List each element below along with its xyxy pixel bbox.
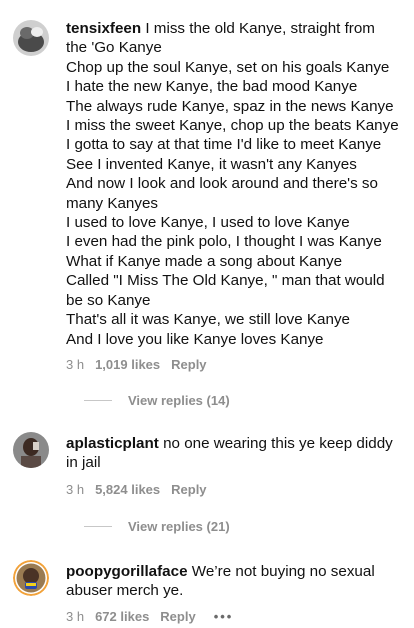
comment-text: I miss the old Kanye, straight from [145,20,375,37]
comment-text: no one wearing this ye keep diddy [163,435,393,452]
comment-text: in jail [66,454,101,472]
comment-timestamp: 3 h [66,609,85,624]
divider [84,526,112,527]
comment-timestamp: 3 h [66,482,85,497]
like-count[interactable]: 1,019 likes [95,357,160,372]
comment-username[interactable]: tensixfeen [66,20,141,37]
comment-text: the 'Go Kanye [66,39,162,57]
more-options-icon[interactable]: ••• [214,609,234,624]
divider [84,400,112,401]
comment-text: I miss the sweet Kanye, chop up the beat… [66,117,399,135]
comment-text: be so Kanye [66,291,151,309]
reply-button[interactable]: Reply [160,609,195,624]
view-replies-label: View replies (14) [128,393,230,408]
like-count[interactable]: 672 likes [95,609,149,624]
comment-text: And I love you like Kanye loves Kanye [66,330,324,348]
comment-text: I gotta to say at that time I'd like to … [66,136,382,154]
comment-text: See I invented Kanye, it wasn't any Kany… [66,155,357,173]
comment-text: We’re not buying no sexual [191,563,375,580]
comment-text: And now I look and look around and there… [66,175,378,193]
comment-text: What if Kanye made a song about Kanye [66,252,343,270]
comment-text: Called "I Miss The Old Kanye, " man that… [66,272,385,290]
view-replies-label: View replies (21) [128,519,230,534]
like-count[interactable]: 5,824 likes [95,482,160,497]
comment-timestamp: 3 h [66,357,85,372]
comment-username[interactable]: aplasticplant [66,435,159,452]
avatar[interactable] [13,432,49,468]
comment-text: That's all it was Kanye, we still love K… [66,311,350,329]
comment-username[interactable]: poopygorillaface [66,563,188,580]
comment-text: I hate the new Kanye, the bad mood Kanye [66,78,358,96]
comment-text: abuser merch ye. [66,582,184,600]
avatar[interactable] [13,560,49,596]
view-replies-button[interactable]: View replies (21) [84,519,230,534]
comment-text: many Kanyes [66,194,159,212]
comment-text: The always rude Kanye, spaz in the news … [66,97,394,115]
reply-button[interactable]: Reply [171,482,206,497]
comment-text: I even had the pink polo, I thought I wa… [66,233,382,251]
comment-text: I used to love Kanye, I used to love Kan… [66,214,350,232]
reply-button[interactable]: Reply [171,357,206,372]
view-replies-button[interactable]: View replies (14) [84,393,230,408]
comment-text: Chop up the soul Kanye, set on his goals… [66,58,390,76]
avatar[interactable] [13,20,49,56]
